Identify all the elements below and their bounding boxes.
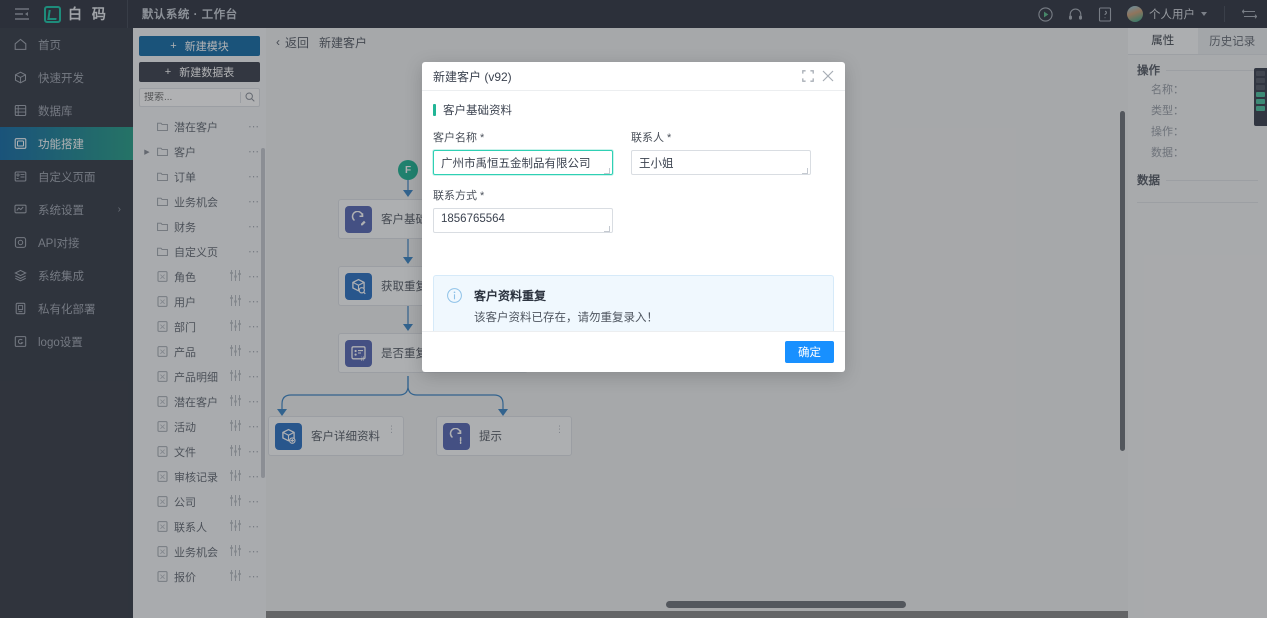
alert-message: 该客户资料已存在，请勿重复录入！ — [474, 312, 658, 324]
form-column-right: 联系人 * — [631, 129, 811, 245]
label-contact-method-text: 联系方式 — [433, 190, 477, 202]
label-contact-person: 联系人 * — [631, 129, 811, 145]
label-contact-person-text: 联系人 — [631, 132, 664, 144]
modal-title: 新建客户 (v92) — [433, 69, 512, 84]
app-root: 白 码 默认系统 · 工作台 个人用户 首页 快速开发 数据库 功能搭建 自定义… — [0, 0, 1267, 618]
input-contact-person[interactable] — [631, 150, 811, 175]
modal-section-title: 客户基础资料 — [433, 102, 834, 118]
input-contact-method[interactable] — [433, 208, 613, 233]
label-customer-name: 客户名称 * — [433, 129, 613, 145]
modal-footer: 确定 — [422, 331, 845, 372]
section-accent-bar — [433, 104, 436, 116]
modal-header: 新建客户 (v92) — [422, 62, 845, 91]
alert-text-wrap: 客户资料重复 该客户资料已存在，请勿重复录入！ — [474, 287, 658, 325]
input-customer-name[interactable] — [433, 150, 613, 175]
close-icon[interactable] — [822, 70, 834, 82]
required-mark-1: * — [664, 132, 672, 144]
label-contact-method: 联系方式 * — [433, 187, 613, 203]
form-column-left: 客户名称 * 联系方式 * — [433, 129, 613, 245]
new-customer-modal: 新建客户 (v92) 客户基础资料 客户名称 * 广州市禹恒五金制品有限公司 联… — [422, 62, 845, 372]
field-customer-name: 客户名称 * — [433, 129, 613, 178]
duplicate-alert: 客户资料重复 该客户资料已存在，请勿重复录入！ — [433, 275, 834, 331]
expand-icon[interactable] — [802, 70, 814, 82]
modal-form-grid: 客户名称 * 联系方式 * 联系人 * — [433, 129, 834, 245]
info-circle-icon — [447, 288, 462, 303]
modal-body: 客户基础资料 客户名称 * 联系方式 * — [422, 91, 845, 331]
field-contact-method: 联系方式 * — [433, 187, 613, 236]
confirm-button[interactable]: 确定 — [785, 341, 834, 363]
label-customer-name-text: 客户名称 — [433, 132, 477, 144]
modal-section-title-label: 客户基础资料 — [443, 105, 512, 117]
alert-title: 客户资料重复 — [474, 289, 547, 303]
field-contact-person: 联系人 * — [631, 129, 811, 178]
required-mark-2: * — [477, 190, 485, 202]
required-mark-0: * — [477, 132, 485, 144]
